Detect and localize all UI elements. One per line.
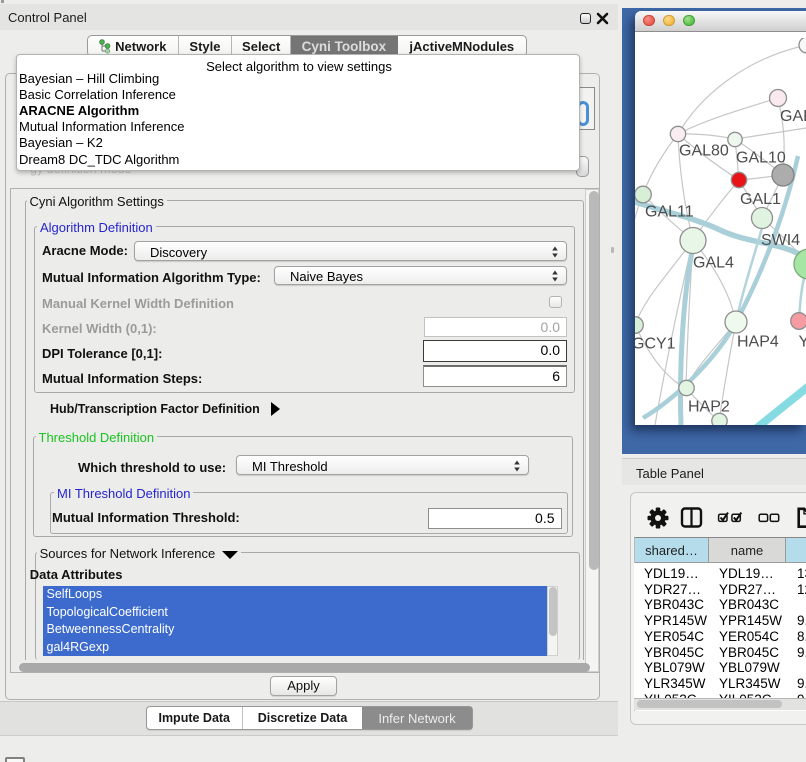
svg-text:HAP2: HAP2 bbox=[688, 399, 730, 416]
svg-text:GAL4: GAL4 bbox=[693, 255, 734, 272]
svg-text:GAL11: GAL11 bbox=[645, 204, 694, 221]
svg-text:GCY1: GCY1 bbox=[635, 336, 676, 353]
svg-text:SWI4: SWI4 bbox=[761, 232, 800, 249]
svg-text:HAP4: HAP4 bbox=[737, 334, 779, 351]
svg-text:GAL2: GAL2 bbox=[780, 108, 806, 125]
svg-text:GAL10: GAL10 bbox=[736, 150, 786, 167]
svg-text:GAL1: GAL1 bbox=[740, 191, 781, 208]
svg-text:GAL80: GAL80 bbox=[679, 143, 729, 160]
svg-text:YJ: YJ bbox=[799, 334, 806, 351]
